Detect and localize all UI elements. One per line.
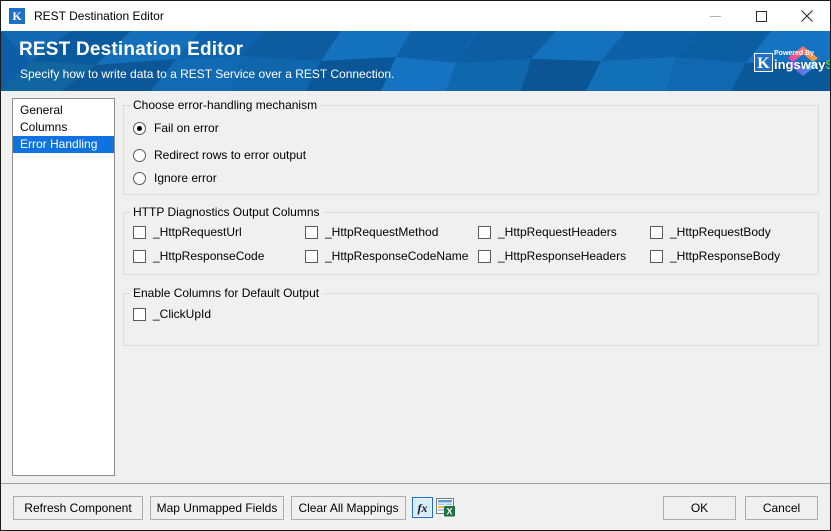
error-handling-legend: Choose error-handling mechanism — [130, 98, 321, 112]
kingswaysoft-logo: K Powered By ingswaySoft — [754, 45, 830, 77]
checkbox-http-request-url-label: _HttpRequestUrl — [153, 225, 242, 239]
checkbox-http-request-headers[interactable]: _HttpRequestHeaders — [478, 225, 617, 239]
svg-text:X: X — [446, 507, 452, 517]
checkbox-http-request-body-label: _HttpRequestBody — [670, 225, 771, 239]
default-output-legend: Enable Columns for Default Output — [130, 286, 323, 300]
sidebar-item-columns[interactable]: Columns — [13, 119, 114, 136]
close-button[interactable] — [784, 1, 830, 31]
kingswaysoft-name: ingswaySoft — [774, 57, 830, 72]
sidebar-item-general[interactable]: General — [13, 102, 114, 119]
checkbox-clickup-id-box[interactable] — [133, 307, 146, 321]
checkbox-http-response-code-name-box[interactable] — [305, 249, 318, 263]
app-icon: K — [9, 8, 25, 24]
ok-button[interactable]: OK — [663, 496, 736, 520]
header-banner: REST Destination Editor Specify how to w… — [1, 31, 830, 91]
checkbox-http-response-code[interactable]: _HttpResponseCode — [133, 249, 264, 263]
http-diagnostics-legend: HTTP Diagnostics Output Columns — [130, 205, 323, 219]
checkbox-http-request-headers-box[interactable] — [478, 225, 491, 239]
powered-by-label: Powered By — [774, 49, 815, 57]
checkbox-http-request-method[interactable]: _HttpRequestMethod — [305, 225, 438, 239]
minimize-button[interactable] — [692, 1, 738, 31]
radio-ignore-error[interactable]: Ignore error — [133, 171, 217, 185]
maximize-button[interactable] — [738, 1, 784, 31]
checkbox-clickup-id-label: _ClickUpId — [153, 307, 212, 321]
checkbox-http-request-method-label: _HttpRequestMethod — [325, 225, 439, 239]
cancel-button[interactable]: Cancel — [745, 496, 818, 520]
sidebar-item-error-handling[interactable]: Error Handling — [13, 136, 114, 153]
checkbox-http-response-body-box[interactable] — [650, 249, 663, 263]
radio-redirect-rows-indicator[interactable] — [133, 148, 146, 162]
rest-destination-editor-window: K REST Destination Editor REST Destinati… — [0, 0, 831, 531]
checkbox-http-response-code-box[interactable] — [133, 249, 146, 263]
checkbox-http-response-headers-label: _HttpResponseHeaders — [498, 249, 627, 263]
checkbox-http-response-headers[interactable]: _HttpResponseHeaders — [478, 249, 626, 263]
checkbox-http-request-headers-label: _HttpRequestHeaders — [498, 225, 617, 239]
kingswaysoft-wordmark: K Powered By ingswaySoft — [754, 50, 830, 72]
export-to-excel-icon[interactable]: X — [435, 497, 456, 518]
refresh-component-button[interactable]: Refresh Component — [13, 496, 143, 520]
fx-expression-icon[interactable]: fx — [412, 497, 433, 518]
radio-ignore-error-indicator[interactable] — [133, 171, 146, 185]
radio-redirect-rows[interactable]: Redirect rows to error output — [133, 148, 306, 162]
radio-redirect-rows-label: Redirect rows to error output — [154, 148, 307, 162]
svg-text:fx: fx — [418, 501, 428, 515]
checkbox-http-request-url[interactable]: _HttpRequestUrl — [133, 225, 242, 239]
checkbox-http-request-method-box[interactable] — [305, 225, 318, 239]
window-controls — [692, 1, 830, 31]
default-output-groupbox: Enable Columns for Default Output _Click… — [123, 286, 819, 346]
checkbox-http-response-code-label: _HttpResponseCode — [153, 249, 265, 263]
section-list[interactable]: General Columns Error Handling — [12, 98, 115, 476]
kingswaysoft-k-icon: K — [754, 52, 773, 72]
banner-title: REST Destination Editor — [19, 39, 244, 60]
checkbox-http-request-url-box[interactable] — [133, 225, 146, 239]
radio-fail-on-error-label: Fail on error — [154, 121, 219, 135]
clear-all-mappings-button[interactable]: Clear All Mappings — [291, 496, 406, 520]
checkbox-http-response-body-label: _HttpResponseBody — [670, 249, 781, 263]
checkbox-http-request-body[interactable]: _HttpRequestBody — [650, 225, 771, 239]
soft-text: Soft — [825, 57, 830, 72]
checkbox-http-response-body[interactable]: _HttpResponseBody — [650, 249, 780, 263]
title-bar: K REST Destination Editor — [1, 1, 830, 31]
radio-fail-on-error[interactable]: Fail on error — [133, 121, 219, 135]
http-diagnostics-groupbox: HTTP Diagnostics Output Columns _HttpReq… — [123, 205, 819, 275]
checkbox-http-response-headers-box[interactable] — [478, 249, 491, 263]
map-unmapped-fields-button[interactable]: Map Unmapped Fields — [150, 496, 284, 520]
checkbox-http-response-code-name-label: _HttpResponseCodeName — [325, 249, 469, 263]
checkbox-http-response-code-name[interactable]: _HttpResponseCodeName — [305, 249, 468, 263]
radio-ignore-error-label: Ignore error — [154, 171, 217, 185]
banner-subtitle: Specify how to write data to a REST Serv… — [20, 67, 395, 81]
window-title: REST Destination Editor — [34, 9, 164, 23]
checkbox-clickup-id[interactable]: _ClickUpId — [133, 307, 211, 321]
kingsway-text: ingsway — [774, 56, 826, 72]
radio-fail-on-error-indicator[interactable] — [133, 121, 146, 135]
error-handling-groupbox: Choose error-handling mechanism Fail on … — [123, 98, 819, 195]
checkbox-http-request-body-box[interactable] — [650, 225, 663, 239]
